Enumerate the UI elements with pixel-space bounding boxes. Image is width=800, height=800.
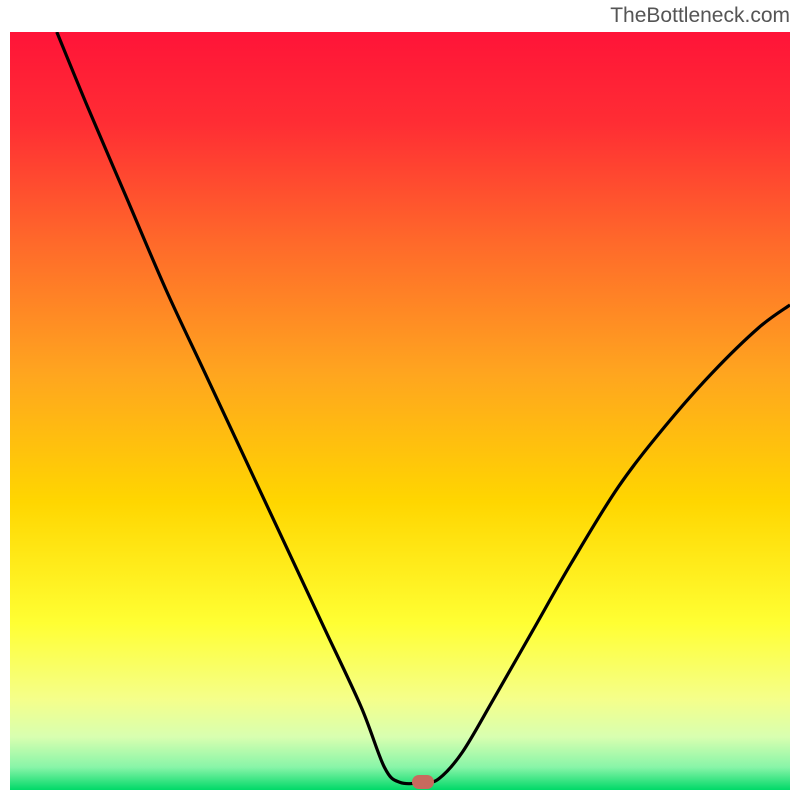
plot-area — [10, 32, 790, 790]
watermark-text: TheBottleneck.com — [610, 4, 790, 28]
bottleneck-curve — [10, 32, 790, 790]
chart-container: TheBottleneck.com — [0, 0, 800, 800]
optimal-marker — [412, 775, 434, 789]
